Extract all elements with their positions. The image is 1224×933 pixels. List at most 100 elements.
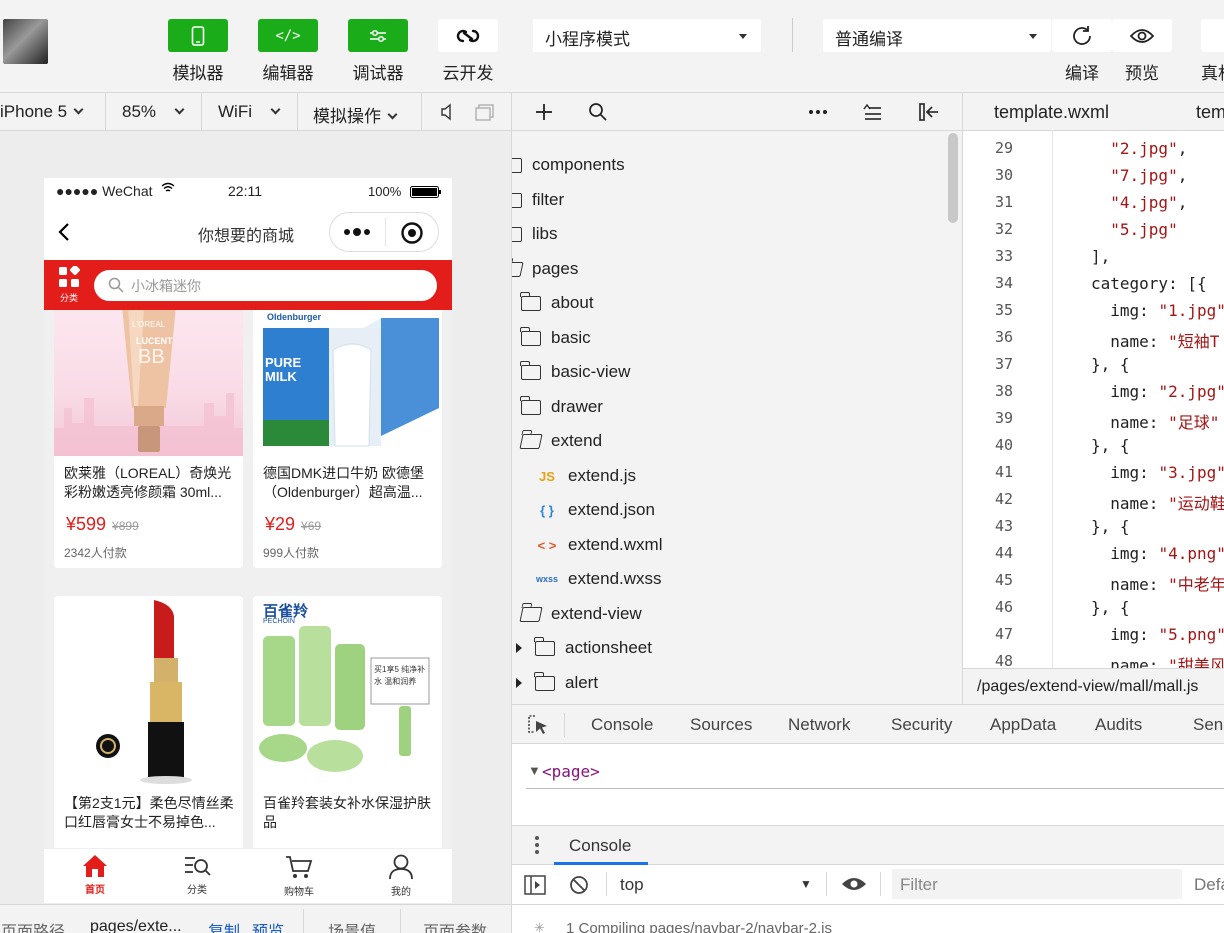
tab-appdata[interactable]: AppData: [990, 715, 1056, 735]
context-select-value[interactable]: top: [620, 875, 644, 895]
product-card[interactable]: 【第2支1元】柔色尽情丝柔口红唇膏女士不易掉色...: [54, 596, 243, 848]
clear-console-icon[interactable]: [569, 875, 589, 900]
cloud-icon: [438, 19, 498, 52]
tree-item-label: drawer: [551, 397, 603, 416]
tree-folder-extend[interactable]: extend: [519, 426, 602, 456]
tree-folder-basic-view[interactable]: basic-view: [520, 357, 630, 387]
old-price: ¥899: [112, 519, 139, 533]
editor-button[interactable]: </> 编辑器: [258, 19, 318, 84]
caret-down-icon: [1029, 34, 1037, 39]
search-input[interactable]: 小冰箱迷你: [94, 270, 437, 301]
product-grid: L'OREAL LUCENT BB 欧莱雅（LOREAL）奇焕光彩粉嫩透亮修颜霜…: [44, 310, 452, 848]
product-price: ¥599 ¥899: [66, 514, 139, 535]
json-file-icon: { }: [540, 502, 554, 518]
caret-down-icon[interactable]: ▼: [800, 877, 812, 891]
line-number: 44: [994, 544, 1013, 562]
zoom-select[interactable]: 85%: [106, 93, 202, 131]
spinner-icon: ✳: [534, 920, 545, 933]
product-card[interactable]: 百雀羚 PECHOIN 买1享5 纯净补水 温和润养 百雀羚套装女补水保湿护肤品: [253, 596, 442, 848]
tab-network[interactable]: Network: [788, 715, 850, 735]
tab-home[interactable]: 首页: [44, 854, 146, 896]
drawer-tab-console[interactable]: Console: [569, 836, 631, 856]
phone-status-bar: ●●●●● WeChat 22:11 100%: [44, 178, 452, 204]
category-entry[interactable]: 分类: [56, 264, 82, 304]
tab-sources[interactable]: Sources: [690, 715, 752, 735]
tab-console[interactable]: Console: [591, 715, 653, 735]
tab-sensors[interactable]: Senso: [1193, 715, 1224, 735]
compile-mode-select[interactable]: 普通编译: [823, 19, 1051, 52]
tree-folder-actionsheet[interactable]: actionsheet: [516, 633, 652, 663]
speaker-icon[interactable]: [440, 103, 454, 126]
preview-path-link[interactable]: 预览: [252, 918, 284, 933]
file-tree: components filter libs pages about basic…: [511, 131, 962, 704]
tree-item-label: extend.wxss: [568, 569, 662, 588]
tree-folder-components[interactable]: components: [512, 150, 625, 180]
compile-button[interactable]: 编译: [1052, 19, 1112, 84]
dom-page-node[interactable]: <page>: [542, 762, 600, 781]
phone-icon: [168, 19, 228, 52]
more-dots-icon[interactable]: [808, 102, 828, 127]
tab-mine-label: 我的: [391, 887, 411, 898]
tree-folder-pages[interactable]: pages: [512, 254, 578, 284]
tree-folder-basic[interactable]: basic: [520, 323, 591, 353]
tree-file-extend-json[interactable]: { } extend.json: [536, 495, 655, 525]
page-params-button[interactable]: 页面参数: [423, 918, 487, 933]
line-number: 33: [994, 247, 1013, 265]
tree-scrollbar[interactable]: [948, 133, 958, 223]
simulate-ops-select[interactable]: 模拟操作: [298, 93, 422, 131]
tab-mine[interactable]: 我的: [350, 854, 452, 898]
product-card[interactable]: Oldenburger PURE MILK 德国DMK进口牛奶 欧德堡（Olde…: [253, 310, 442, 568]
filter-input[interactable]: Filter: [892, 869, 1182, 899]
expand-triangle-icon[interactable]: ▼: [528, 763, 541, 778]
tree-folder-about[interactable]: about: [520, 288, 594, 318]
collapse-all-icon[interactable]: [863, 102, 883, 127]
file-tree-toolbar: [511, 93, 962, 131]
tab-security[interactable]: Security: [891, 715, 952, 735]
product-card[interactable]: L'OREAL LUCENT BB 欧莱雅（LOREAL）奇焕光彩粉嫩透亮修颜霜…: [54, 310, 243, 568]
debugger-button[interactable]: 调试器: [348, 19, 408, 84]
avatar[interactable]: [3, 19, 48, 64]
cloud-dev-button[interactable]: 云开发: [438, 19, 498, 84]
search-icon[interactable]: [588, 102, 608, 127]
line-number: 34: [994, 274, 1013, 292]
mode-select[interactable]: 小程序模式: [533, 19, 761, 52]
preview-button[interactable]: 预览: [1112, 19, 1172, 84]
folder-icon: [534, 636, 555, 656]
tree-file-extend-wxss[interactable]: wxss extend.wxss: [536, 564, 662, 594]
log-levels-select[interactable]: Defa: [1194, 875, 1224, 895]
window-icon[interactable]: [475, 103, 495, 126]
copy-path-link[interactable]: 复制: [208, 918, 240, 933]
tab-category[interactable]: 分类: [146, 854, 248, 896]
tab-cart[interactable]: 购物车: [248, 854, 350, 898]
add-icon[interactable]: [534, 102, 554, 127]
code-editor[interactable]: 29 30 31 32 33 34 35 36 37 38 39 40 41 42 43 44 45 46 47 48…: [962, 131, 1224, 668]
eye-icon[interactable]: [841, 875, 867, 898]
device-select[interactable]: iPhone 5: [0, 93, 106, 131]
scene-value-button[interactable]: 场景值: [328, 918, 376, 933]
tree-item-label: actionsheet: [565, 638, 652, 657]
toggle-panel-icon[interactable]: [918, 102, 940, 127]
tree-folder-drawer[interactable]: drawer: [520, 392, 603, 422]
sidebar-toggle-icon[interactable]: [524, 875, 546, 900]
vertical-dots-icon[interactable]: [534, 835, 540, 860]
tree-file-extend-js[interactable]: JS extend.js: [536, 461, 636, 491]
more-dots-icon[interactable]: [342, 222, 372, 247]
back-arrow-icon[interactable]: [58, 222, 70, 247]
simulator-button[interactable]: 模拟器: [168, 19, 228, 84]
wxss-file-icon: wxss: [536, 574, 559, 584]
tree-folder-libs[interactable]: libs: [512, 219, 558, 249]
code-line: }, {: [1091, 355, 1130, 374]
tab-audits[interactable]: Audits: [1095, 715, 1142, 735]
tree-file-extend-wxml[interactable]: < > extend.wxml: [536, 530, 663, 560]
network-select[interactable]: WiFi: [202, 93, 298, 131]
folder-open-icon: [519, 433, 543, 449]
close-target-icon[interactable]: [400, 221, 424, 250]
phone-screen: ●●●●● WeChat 22:11 100% 你想要的商城 分类 小冰箱迷你 …: [44, 178, 452, 903]
real-device-debug-button[interactable]: 真机: [1201, 19, 1224, 84]
tree-folder-alert[interactable]: alert: [516, 668, 598, 698]
tree-folder-extend-view[interactable]: extend-view: [519, 599, 642, 629]
tab-template-wxml[interactable]: template.wxml: [994, 102, 1109, 123]
inspect-icon[interactable]: [527, 714, 549, 741]
tab-template-js[interactable]: tem: [1196, 102, 1224, 123]
tree-folder-filter[interactable]: filter: [512, 185, 564, 215]
